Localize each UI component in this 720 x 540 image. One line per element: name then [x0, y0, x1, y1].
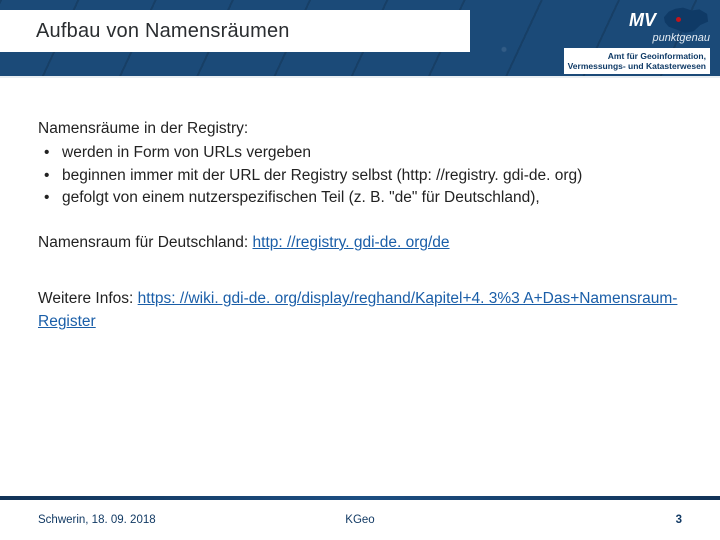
- namespace-link[interactable]: http: //registry. gdi-de. org/de: [253, 234, 450, 251]
- list-item: gefolgt von einem nutzerspezifischen Tei…: [38, 187, 682, 209]
- map-marker-icon: [676, 17, 681, 22]
- footer-center: KGeo: [253, 514, 468, 526]
- page-title: Aufbau von Namensräumen: [36, 20, 290, 43]
- slide-footer: Schwerin, 18. 09. 2018 KGeo 3: [0, 500, 720, 540]
- list-item: beginnen immer mit der URL der Registry …: [38, 165, 682, 187]
- footer-page-number: 3: [467, 514, 720, 526]
- bullet-list: werden in Form von URLs vergeben beginne…: [38, 142, 682, 209]
- brand-block: MV punktgenau Amt für Geoinformation, Ve…: [564, 6, 710, 74]
- moreinfo-line: Weitere Infos: https: //wiki. gdi-de. or…: [38, 288, 682, 333]
- agency-name: Amt für Geoinformation, Vermessungs- und…: [564, 48, 710, 74]
- list-item: werden in Form von URLs vergeben: [38, 142, 682, 164]
- slide-header: Aufbau von Namensräumen MV punktgenau Am…: [0, 0, 720, 78]
- brand-text: MV: [629, 10, 656, 31]
- brand-row: MV: [564, 6, 710, 34]
- footer-location-date: Schwerin, 18. 09. 2018: [0, 514, 253, 526]
- moreinfo-label: Weitere Infos:: [38, 290, 138, 307]
- title-container: Aufbau von Namensräumen: [0, 10, 470, 52]
- slide-body: Namensräume in der Registry: werden in F…: [0, 78, 720, 333]
- intro-line: Namensräume in der Registry:: [38, 118, 682, 140]
- brand-tagline: punktgenau: [564, 32, 710, 44]
- state-map-icon: [662, 6, 710, 34]
- namespace-label: Namensraum für Deutschland:: [38, 234, 253, 251]
- namespace-line: Namensraum für Deutschland: http: //regi…: [38, 232, 682, 254]
